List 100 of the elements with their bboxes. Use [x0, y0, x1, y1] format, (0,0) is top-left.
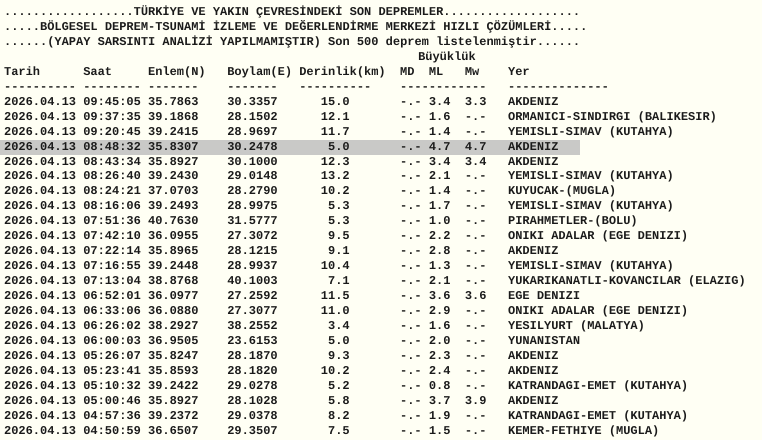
table-row[interactable]: 2026.04.13 07:42:10 36.0955 27.3072 9.5 -.- 2.2 -.- ONIKI ADALAR (EGE DENIZI): [0, 229, 688, 244]
table-cell: 06:52:01: [83, 289, 141, 304]
table-cell: 2026.04.13: [4, 124, 76, 140]
table-cell: 2026.04.13: [4, 199, 76, 214]
table-cell: 27.3077: [227, 304, 278, 320]
table-cell: ORMANICI-SINDIRGI (BALIKESIR): [508, 110, 717, 125]
table-cell: -.-: [464, 199, 486, 214]
table-row[interactable]: 2026.04.13 06:52:01 36.0977 27.2592 11.5 -.- 3.6 3.6 EGE DENIZI: [0, 289, 580, 304]
table-cell: 2026.04.13: [4, 394, 76, 409]
table-cell: 2026.04.13: [4, 304, 76, 320]
table-cell: -.-: [464, 110, 486, 125]
column-header: Mw: [464, 64, 480, 80]
table-cell: 2.1: [428, 274, 450, 290]
table-row[interactable]: 2026.04.13 04:57:36 39.2372 29.0378 8.2 -.- 1.9 -.- KATRANDAGI-EMET (KUTAHYA): [0, 408, 688, 424]
table-cell: 30.1000: [227, 154, 278, 170]
table-cell: 1.0: [428, 214, 450, 230]
table-cell: 28.1870: [227, 348, 278, 364]
table-cell-text: 5.3: [327, 214, 350, 230]
table-cell: -.-: [400, 110, 422, 125]
table-cell: 35.8927: [148, 154, 198, 170]
table-cell: 08:26:40: [83, 169, 141, 184]
table-cell: -.-: [464, 184, 486, 200]
table-row[interactable]: 2026.04.13 05:00:46 35.8927 28.1028 5.8 -.- 3.7 3.9 AKDENIZ: [0, 394, 580, 409]
table-cell: 28.1215: [227, 244, 278, 260]
table-cell: -.-: [400, 154, 422, 170]
table-cell: -.-: [400, 140, 422, 155]
table-row[interactable]: 2026.04.13 08:26:40 39.2430 29.0148 13.2 -.- 2.1 -.- YEMISLI-SIMAV (KUTAHYA): [0, 169, 674, 184]
table-row[interactable]: 2026.04.13 05:26:07 35.8247 28.1870 9.3 -.- 2.3 -.- AKDENIZ: [0, 348, 580, 364]
table-cell: 39.1868: [148, 110, 198, 125]
table-cell: 38.2552: [227, 319, 278, 334]
table-cell: YEMISLI-SIMAV (KUTAHYA): [508, 169, 674, 184]
table-cell: -.-: [400, 408, 422, 424]
column-header: Saat: [83, 64, 112, 80]
column-header: Derinlik(km): [299, 64, 386, 80]
column-separator: ----------: [4, 80, 76, 95]
table-cell: -.-: [400, 424, 422, 439]
table-cell: -.-: [400, 184, 422, 200]
table-cell: 36.0977: [148, 289, 198, 304]
table-cell: -.-: [400, 394, 422, 409]
table-row[interactable]: 2026.04.13 08:48:32 35.8307 30.2478 5.0 -.- 4.7 4.7 AKDENIZ: [0, 140, 580, 155]
table-cell: 2026.04.13: [4, 110, 76, 125]
table-cell: 1.6: [428, 319, 450, 334]
table-cell: 35.8247: [148, 348, 198, 364]
table-cell: -.-: [400, 199, 422, 214]
table-cell-text: 5.3: [327, 199, 350, 214]
table-cell-text: 9.1: [327, 244, 350, 260]
table-cell-text: 10.4: [320, 259, 350, 274]
table-cell: 29.0378: [227, 408, 278, 424]
table-cell: 2026.04.13: [4, 289, 76, 304]
table-row[interactable]: 2026.04.13 06:26:02 38.2927 38.2552 3.4 -.- 1.6 -.- YESILYURT (MALATYA): [0, 319, 645, 334]
table-row[interactable]: 2026.04.13 09:20:45 39.2415 28.9697 11.7 -.- 1.4 -.- YEMISLI-SIMAV (KUTAHYA): [0, 124, 674, 140]
table-cell: EGE DENIZI: [508, 289, 580, 304]
table-cell: 1.5: [428, 424, 450, 439]
table-row[interactable]: 2026.04.13 05:10:32 39.2422 29.0278 5.2 -.- 0.8 -.- KATRANDAGI-EMET (KUTAHYA): [0, 378, 688, 394]
table-cell: 3.4: [428, 154, 450, 170]
table-cell: 36.0880: [148, 304, 198, 320]
table-row[interactable]: 2026.04.13 07:16:55 39.2448 28.9937 10.4 -.- 1.3 -.- YEMISLI-SIMAV (KUTAHYA): [0, 259, 674, 274]
table-cell: 36.0955: [148, 229, 198, 244]
table-cell-text: 10.2: [320, 184, 350, 200]
table-cell: 28.9975: [227, 199, 278, 214]
table-row[interactable]: 2026.04.13 04:50:59 36.6507 29.3507 7.5 -.- 1.5 -.- KEMER-FETHIYE (MUGLA): [0, 424, 660, 439]
table-cell: -.-: [400, 304, 422, 320]
table-cell: 39.2372: [148, 408, 198, 424]
table-cell-text: 9.5: [327, 229, 350, 244]
table-cell: YUNANISTAN: [508, 334, 580, 349]
table-cell: 37.0703: [148, 184, 198, 200]
table-cell: 31.5777: [227, 214, 278, 230]
table-row[interactable]: 2026.04.13 05:23:41 35.8593 28.1820 10.2 -.- 2.4 -.- AKDENIZ: [0, 364, 580, 379]
table-cell: KATRANDAGI-EMET (KUTAHYA): [508, 378, 688, 394]
table-cell-text: 7.5: [327, 424, 350, 439]
table-row[interactable]: 2026.04.13 06:33:06 36.0880 27.3077 11.0 -.- 2.9 -.- ONIKI ADALAR (EGE DENIZI): [0, 304, 688, 320]
table-cell: -.-: [464, 244, 486, 260]
table-row[interactable]: 2026.04.13 08:43:34 35.8927 30.1000 12.3 -.- 3.4 3.4 AKDENIZ: [0, 154, 580, 170]
table-cell: 4.7: [428, 140, 450, 155]
column-header: Yer: [508, 64, 530, 80]
table-row[interactable]: 2026.04.13 09:45:05 35.7863 30.3357 15.0 -.- 3.4 3.3 AKDENIZ: [0, 94, 580, 110]
table-cell: -.-: [464, 304, 486, 320]
table-cell: 30.2478: [227, 140, 278, 155]
table-cell: -.-: [464, 319, 486, 334]
table-row[interactable]: 2026.04.13 07:22:14 35.8965 28.1215 9.1 -.- 2.8 -.- AKDENIZ: [0, 244, 580, 260]
table-cell: 39.2415: [148, 124, 198, 140]
table-cell: 2.1: [428, 169, 450, 184]
table-cell: 2026.04.13: [4, 378, 76, 394]
table-cell: 2.3: [428, 348, 450, 364]
column-header: ML: [428, 64, 444, 80]
table-row[interactable]: 2026.04.13 09:37:35 39.1868 28.1502 12.1 -.- 1.6 -.- ORMANICI-SINDIRGI (BALIKESIR): [0, 110, 717, 125]
table-row[interactable]: 2026.04.13 07:51:36 40.7630 31.5777 5.3 -.- 1.0 -.- PIRAHMETLER-(BOLU): [0, 214, 638, 230]
column-separator: ----------: [299, 80, 372, 95]
table-row[interactable]: 2026.04.13 06:00:03 36.9505 23.6153 5.0 -.- 2.0 -.- YUNANISTAN: [0, 334, 580, 349]
table-cell: 07:51:36: [83, 214, 141, 230]
table-row[interactable]: 2026.04.13 08:16:06 39.2493 28.9975 5.3 -.- 1.7 -.- YEMISLI-SIMAV (KUTAHYA): [0, 199, 674, 214]
table-cell: 28.1028: [227, 394, 278, 409]
table-cell: 39.2448: [148, 259, 198, 274]
table-row[interactable]: 2026.04.13 08:24:21 37.0703 28.2790 10.2 -.- 1.4 -.- KUYUCAK-(MUGLA): [0, 184, 616, 200]
table-cell: ONIKI ADALAR (EGE DENIZI): [508, 304, 688, 320]
table-cell: -.-: [464, 348, 486, 364]
table-cell: ONIKI ADALAR (EGE DENIZI): [508, 229, 688, 244]
table-row[interactable]: 2026.04.13 07:13:04 38.8768 40.1003 7.1 -.- 2.1 -.- YUKARIKANATLI-KOVANCILAR (ELAZIG): [0, 274, 746, 290]
table-cell: -.-: [400, 94, 422, 110]
table-cell: 05:23:41: [83, 364, 141, 379]
